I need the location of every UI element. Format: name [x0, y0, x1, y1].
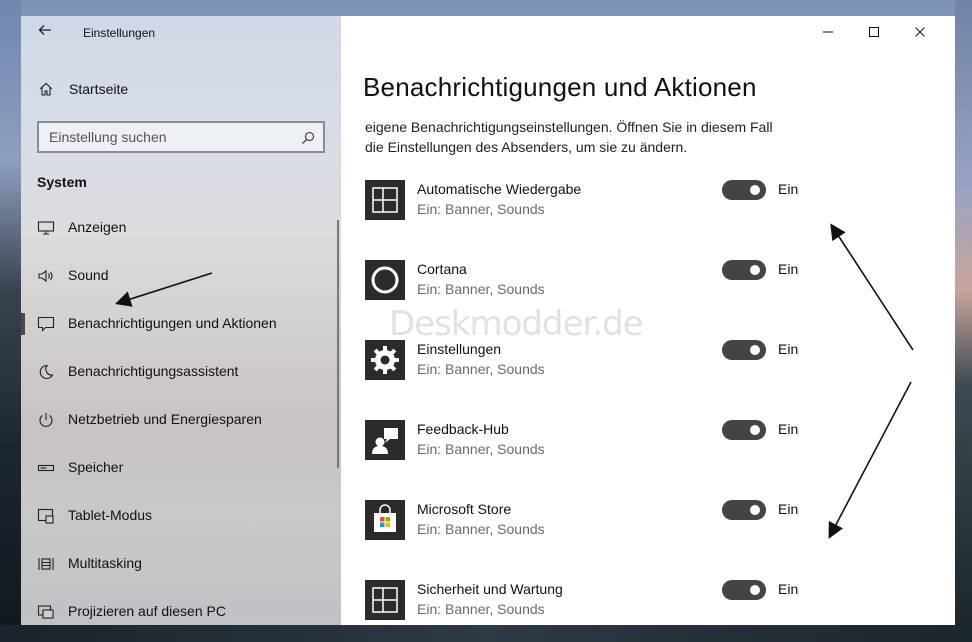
- app-status: Ein: Banner, Sounds: [417, 201, 545, 217]
- sidebar-scrollbar[interactable]: [337, 220, 339, 468]
- sidebar-item-label: Anzeigen: [68, 219, 127, 235]
- sidebar-item-projizieren[interactable]: Projizieren auf diesen PC: [21, 588, 341, 625]
- sidebar-item-label: Benachrichtigungsassistent: [68, 363, 239, 379]
- sidebar-item-home[interactable]: Startseite: [21, 72, 341, 106]
- gear-icon: [365, 340, 405, 380]
- notification-toggle[interactable]: [722, 260, 766, 280]
- app-row-feedback-hub[interactable]: Feedback-Hub Ein: Banner, Sounds Ein: [365, 418, 825, 466]
- notification-toggle[interactable]: [722, 580, 766, 600]
- main-content: Benachrichtigungen und Aktionen eigene B…: [341, 16, 955, 625]
- search-icon[interactable]: [301, 131, 315, 145]
- app-name: Feedback-Hub: [417, 421, 509, 437]
- minimize-button[interactable]: [805, 16, 851, 48]
- notification-toggle[interactable]: [722, 340, 766, 360]
- titlebar: Einstellungen: [21, 16, 341, 48]
- sidebar-item-label: Sound: [68, 267, 109, 283]
- sidebar-item-label: Tablet-Modus: [68, 507, 153, 523]
- storage-icon: [37, 459, 55, 477]
- sidebar-item-speicher[interactable]: Speicher: [21, 444, 341, 492]
- minimize-icon: [823, 31, 833, 33]
- notification-toggle[interactable]: [722, 500, 766, 520]
- back-arrow-icon[interactable]: [37, 22, 53, 40]
- toggle-label: Ein: [778, 421, 799, 437]
- app-status: Ein: Banner, Sounds: [417, 521, 545, 537]
- maximize-button[interactable]: [851, 16, 897, 48]
- autoplay-icon: [365, 180, 405, 220]
- speaker-icon: [37, 267, 55, 285]
- app-row-cortana[interactable]: Cortana Ein: Banner, Sounds Ein: [365, 258, 825, 306]
- sidebar-item-sound[interactable]: Sound: [21, 252, 341, 300]
- cortana-icon: [365, 260, 405, 300]
- sidebar-item-benachrichtigungen[interactable]: Benachrichtigungen und Aktionen: [21, 300, 341, 348]
- tablet-icon: [37, 507, 55, 525]
- toggle-label: Ein: [778, 181, 799, 197]
- app-row-einstellungen[interactable]: Einstellungen Ein: Banner, Sounds Ein: [365, 338, 825, 386]
- sidebar-item-tablet-modus[interactable]: Tablet-Modus: [21, 492, 341, 540]
- power-icon: [37, 411, 55, 429]
- app-row-sicherheit-und-wartung[interactable]: Sicherheit und Wartung Ein: Banner, Soun…: [365, 578, 825, 625]
- maximize-icon: [869, 27, 879, 37]
- feedback-hub-icon: [365, 420, 405, 460]
- display-icon: [37, 219, 55, 237]
- home-icon: [38, 81, 54, 97]
- section-header-system: System: [37, 174, 87, 190]
- app-row-automatische-wiedergabe[interactable]: Automatische Wiedergabe Ein: Banner, Sou…: [365, 178, 825, 226]
- sidebar-item-label: Netzbetrieb und Energiesparen: [68, 411, 262, 427]
- page-title: Benachrichtigungen und Aktionen: [363, 72, 757, 102]
- toggle-label: Ein: [778, 341, 799, 357]
- app-name: Microsoft Store: [417, 501, 512, 517]
- sidebar-item-label: Benachrichtigungen und Aktionen: [68, 315, 277, 331]
- app-name: Einstellungen: [417, 341, 502, 357]
- description-line: die Einstellungen des Absenders, um sie …: [365, 139, 688, 155]
- settings-window: Einstellungen Startseite Einstellung suc…: [21, 16, 955, 625]
- sidebar-item-multitasking[interactable]: Multitasking: [21, 540, 341, 588]
- app-status: Ein: Banner, Sounds: [417, 441, 545, 457]
- app-status: Ein: Banner, Sounds: [417, 361, 545, 377]
- desktop-background-bottom: [0, 625, 972, 642]
- toggle-label: Ein: [778, 501, 799, 517]
- app-name: Sicherheit und Wartung: [417, 581, 563, 597]
- close-button[interactable]: [897, 16, 943, 48]
- desktop-background-right: [955, 0, 972, 642]
- multitasking-icon: [37, 555, 55, 573]
- app-name: Automatische Wiedergabe: [417, 181, 582, 197]
- moon-icon: [37, 363, 55, 381]
- toggle-label: Ein: [778, 581, 799, 597]
- close-icon: [915, 27, 925, 37]
- notification-toggle[interactable]: [722, 180, 766, 200]
- home-label: Startseite: [69, 81, 129, 97]
- app-row-microsoft-store[interactable]: Microsoft Store Ein: Banner, Sounds Ein: [365, 498, 825, 546]
- search-input[interactable]: Einstellung suchen: [49, 129, 167, 145]
- notification-icon: [37, 315, 55, 333]
- sidebar-item-anzeigen[interactable]: Anzeigen: [21, 204, 341, 252]
- notification-toggle[interactable]: [722, 420, 766, 440]
- description-line: eigene Benachrichtigungseinstellungen. Ö…: [365, 119, 773, 135]
- search-box[interactable]: Einstellung suchen: [37, 121, 325, 153]
- sidebar: Einstellungen Startseite Einstellung suc…: [21, 16, 341, 625]
- window-title: Einstellungen: [83, 26, 156, 40]
- store-icon: [365, 500, 405, 540]
- sidebar-item-label: Speicher: [68, 459, 124, 475]
- desktop-background-left: [0, 0, 21, 642]
- sidebar-item-label: Multitasking: [68, 555, 142, 571]
- app-name: Cortana: [417, 261, 467, 277]
- sidebar-item-benachrichtigungsassistent[interactable]: Benachrichtigungsassistent: [21, 348, 341, 396]
- sidebar-item-netzbetrieb[interactable]: Netzbetrieb und Energiesparen: [21, 396, 341, 444]
- app-status: Ein: Banner, Sounds: [417, 601, 545, 617]
- security-maintenance-icon: [365, 580, 405, 620]
- sidebar-item-label: Projizieren auf diesen PC: [68, 603, 226, 619]
- project-icon: [37, 603, 55, 621]
- window-controls: [805, 16, 955, 48]
- toggle-label: Ein: [778, 261, 799, 277]
- app-status: Ein: Banner, Sounds: [417, 281, 545, 297]
